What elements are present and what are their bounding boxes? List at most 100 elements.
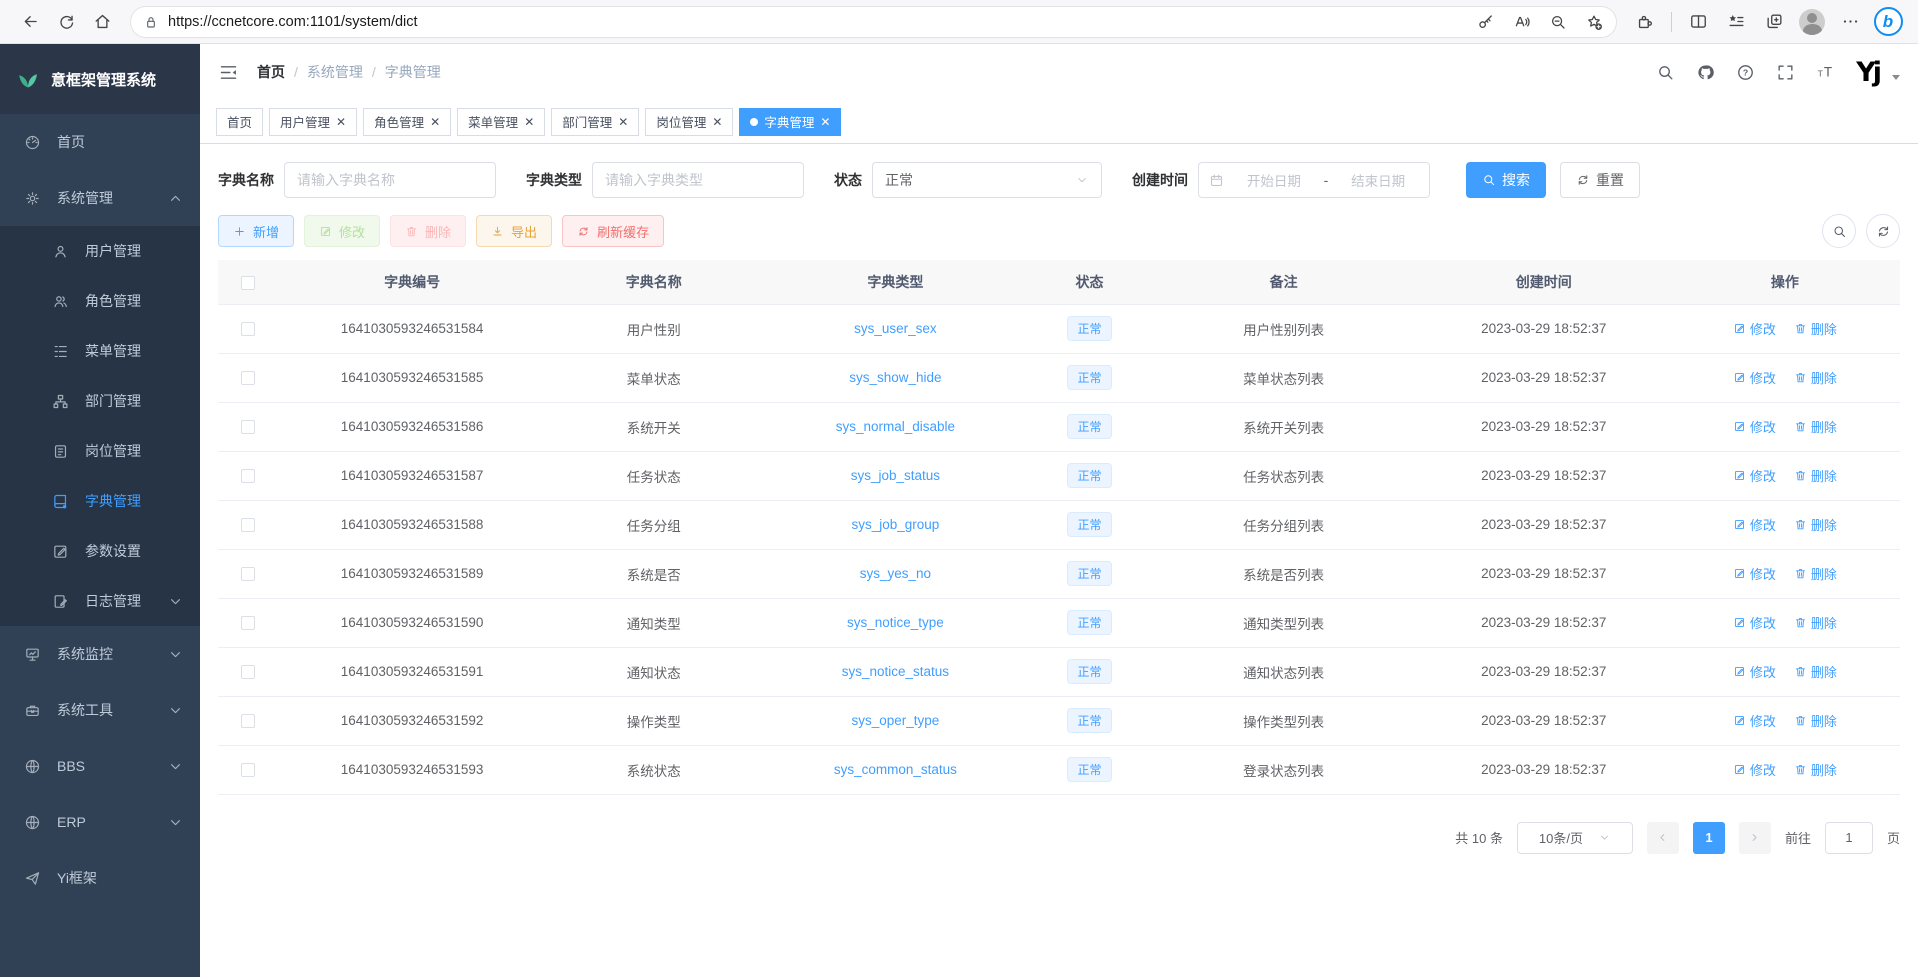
close-icon[interactable]: ✕ (618, 115, 628, 129)
status-select[interactable]: 正常 (872, 162, 1102, 198)
sidebar-item-log-manage[interactable]: 日志管理 (0, 576, 200, 626)
split-screen-icon[interactable] (1680, 5, 1716, 39)
sidebar-item-menu-manage[interactable]: 菜单管理 (0, 326, 200, 376)
more-menu-icon[interactable] (1832, 5, 1868, 39)
reset-button[interactable]: 重置 (1560, 162, 1640, 198)
row-edit-link[interactable]: 修改 (1733, 760, 1776, 779)
dict-type-link[interactable]: sys_show_hide (849, 370, 941, 385)
dict-type-link[interactable]: sys_common_status (834, 762, 957, 777)
tab-post-manage[interactable]: 岗位管理✕ (645, 108, 733, 136)
close-icon[interactable]: ✕ (712, 115, 722, 129)
dict-name-input[interactable] (284, 162, 496, 198)
dict-type-link[interactable]: sys_job_status (851, 468, 940, 483)
browser-back-icon[interactable] (12, 5, 48, 39)
row-edit-link[interactable]: 修改 (1733, 319, 1776, 338)
breadcrumb-dict[interactable]: 字典管理 (385, 62, 441, 82)
sidebar-item-erp[interactable]: ERP (0, 794, 200, 850)
row-delete-link[interactable]: 删除 (1794, 466, 1837, 485)
dict-type-link[interactable]: sys_user_sex (854, 321, 937, 336)
dict-type-link[interactable]: sys_normal_disable (836, 419, 955, 434)
extensions-icon[interactable] (1627, 5, 1663, 39)
export-button[interactable]: 导出 (476, 215, 552, 247)
delete-button[interactable]: 删除 (390, 215, 466, 247)
dict-type-link[interactable]: sys_yes_no (860, 566, 931, 581)
tab-menu-manage[interactable]: 菜单管理✕ (457, 108, 545, 136)
app-logo[interactable]: 意框架管理系统 (0, 44, 200, 114)
breadcrumb-home[interactable]: 首页 (257, 62, 285, 82)
sidebar-item-yi-framework[interactable]: Yi框架 (0, 850, 200, 906)
row-delete-link[interactable]: 删除 (1794, 319, 1837, 338)
row-edit-link[interactable]: 修改 (1733, 515, 1776, 534)
url-text[interactable]: https://ccnetcore.com:1101/system/dict (168, 14, 1470, 30)
row-checkbox[interactable] (241, 420, 255, 434)
user-avatar-logo[interactable]: Yj (1856, 59, 1879, 86)
dict-type-link[interactable]: sys_notice_status (842, 664, 949, 679)
sidebar-item-system-manage[interactable]: 系统管理 (0, 170, 200, 226)
sidebar-item-user-manage[interactable]: 用户管理 (0, 226, 200, 276)
sidebar-item-system-monitor[interactable]: 系统监控 (0, 626, 200, 682)
read-aloud-icon[interactable] (1506, 5, 1538, 39)
row-edit-link[interactable]: 修改 (1733, 466, 1776, 485)
date-range-picker[interactable]: 开始日期 - 结束日期 (1198, 162, 1430, 198)
address-bar[interactable]: https://ccnetcore.com:1101/system/dict (130, 6, 1617, 38)
row-checkbox[interactable] (241, 616, 255, 630)
dict-type-link[interactable]: sys_job_group (851, 517, 939, 532)
edit-button[interactable]: 修改 (304, 215, 380, 247)
row-checkbox[interactable] (241, 567, 255, 581)
row-delete-link[interactable]: 删除 (1794, 662, 1837, 681)
row-checkbox[interactable] (241, 763, 255, 777)
row-delete-link[interactable]: 删除 (1794, 417, 1837, 436)
close-icon[interactable]: ✕ (430, 115, 440, 129)
sidebar-item-dept-manage[interactable]: 部门管理 (0, 376, 200, 426)
close-icon[interactable]: ✕ (524, 115, 534, 129)
row-delete-link[interactable]: 删除 (1794, 711, 1837, 730)
page-number-1[interactable]: 1 (1693, 822, 1725, 854)
password-key-icon[interactable] (1470, 5, 1502, 39)
row-delete-link[interactable]: 删除 (1794, 515, 1837, 534)
page-size-select[interactable]: 10条/页 (1517, 822, 1633, 854)
row-checkbox[interactable] (241, 371, 255, 385)
sidebar-item-param-settings[interactable]: 参数设置 (0, 526, 200, 576)
row-edit-link[interactable]: 修改 (1733, 613, 1776, 632)
row-checkbox[interactable] (241, 469, 255, 483)
search-button[interactable]: 搜索 (1466, 162, 1546, 198)
add-favorite-icon[interactable] (1578, 5, 1610, 39)
select-all-checkbox[interactable] (241, 276, 255, 290)
row-edit-link[interactable]: 修改 (1733, 711, 1776, 730)
dict-type-input[interactable] (592, 162, 804, 198)
row-checkbox[interactable] (241, 322, 255, 336)
row-checkbox[interactable] (241, 518, 255, 532)
help-icon[interactable]: ? (1736, 63, 1755, 82)
row-delete-link[interactable]: 删除 (1794, 613, 1837, 632)
tab-role-manage[interactable]: 角色管理✕ (363, 108, 451, 136)
toggle-search-button[interactable] (1822, 214, 1856, 248)
row-edit-link[interactable]: 修改 (1733, 564, 1776, 583)
close-icon[interactable]: ✕ (820, 115, 830, 129)
sidebar-item-home[interactable]: 首页 (0, 114, 200, 170)
row-edit-link[interactable]: 修改 (1733, 368, 1776, 387)
tab-home[interactable]: 首页 (216, 108, 263, 136)
breadcrumb-system[interactable]: 系统管理 (307, 62, 363, 82)
tab-dict-manage[interactable]: 字典管理✕ (739, 108, 841, 136)
browser-reload-icon[interactable] (48, 5, 84, 39)
zoom-out-icon[interactable] (1542, 5, 1574, 39)
dict-type-link[interactable]: sys_notice_type (847, 615, 944, 630)
row-checkbox[interactable] (241, 665, 255, 679)
dict-type-link[interactable]: sys_oper_type (851, 713, 939, 728)
row-checkbox[interactable] (241, 714, 255, 728)
tab-dept-manage[interactable]: 部门管理✕ (551, 108, 639, 136)
avatar-caret-icon[interactable] (1892, 75, 1900, 80)
tab-user-manage[interactable]: 用户管理✕ (269, 108, 357, 136)
sidebar-item-dict-manage[interactable]: 字典管理 (0, 476, 200, 526)
sidebar-item-post-manage[interactable]: 岗位管理 (0, 426, 200, 476)
profile-avatar[interactable] (1794, 5, 1830, 39)
browser-home-icon[interactable] (84, 5, 120, 39)
fullscreen-icon[interactable] (1776, 63, 1795, 82)
row-delete-link[interactable]: 删除 (1794, 368, 1837, 387)
collections-icon[interactable] (1756, 5, 1792, 39)
goto-page-input[interactable] (1825, 822, 1873, 854)
prev-page-button[interactable] (1647, 822, 1679, 854)
bing-copilot-icon[interactable]: b (1870, 5, 1906, 39)
next-page-button[interactable] (1739, 822, 1771, 854)
font-size-icon[interactable]: TT (1816, 63, 1835, 82)
